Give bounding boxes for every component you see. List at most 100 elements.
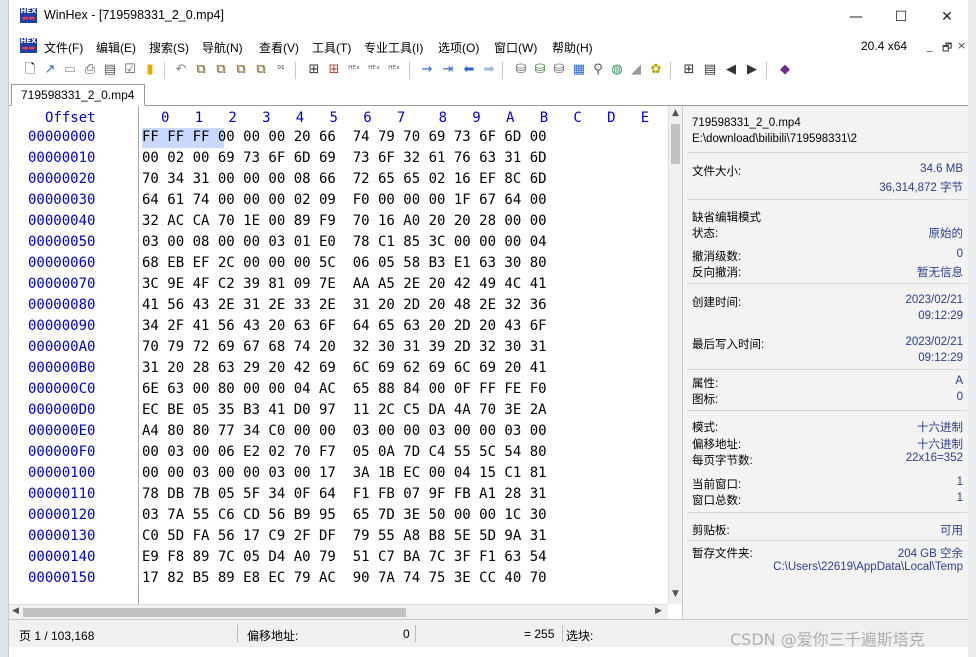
hex-row[interactable]: 000000B0 31 20 28 63 29 20 42 69 6C 69 62… [9,359,668,380]
forward-icon[interactable]: ➡ [480,61,498,79]
menu-edit[interactable]: 编辑(E) [96,39,136,56]
row-bytes[interactable]: 03 00 08 00 00 03 01 E0 78 C1 85 3C 00 0… [142,234,547,250]
horizontal-scrollbar-thumb[interactable] [23,608,406,617]
replace-text-icon[interactable]: ᴴᴱˣ [345,61,363,79]
ram-icon[interactable]: ⛁ [550,61,568,79]
hex-row[interactable]: 000000A0 70 79 72 69 67 68 74 20 32 30 31… [9,338,668,359]
row-bytes[interactable]: 70 34 31 00 00 00 08 66 72 65 65 02 16 E… [142,171,547,187]
goto-sector-icon[interactable]: ⇥ [439,61,457,79]
calculator-icon[interactable]: ▤ [701,61,719,79]
checklist-icon[interactable]: ☑ [121,61,139,79]
new-file-icon[interactable]: 🗋 [21,61,39,79]
row-bytes[interactable]: E9 F8 89 7C 05 D4 A0 79 51 C7 BA 7C 3F F… [142,549,547,565]
row-bytes[interactable]: 03 7A 55 C6 CD 56 B9 95 65 7D 3E 50 00 0… [142,507,547,523]
scroll-up-arrow-icon[interactable]: ▲ [672,108,679,118]
hex-row[interactable]: 00000090 34 2F 41 56 43 20 63 6F 64 65 63… [9,317,668,338]
undo-icon[interactable]: ↶ [172,61,190,79]
mdi-minimize-button[interactable]: _ [927,39,933,52]
hex-row[interactable]: 00000020 70 34 31 00 00 00 08 66 72 65 65… [9,170,668,191]
hex-row[interactable]: 00000120 03 7A 55 C6 CD 56 B9 95 65 7D 3E… [9,506,668,527]
menu-file[interactable]: 文件(F) [44,39,83,56]
help-icon[interactable]: ◆ [776,61,794,79]
search-hex-icon[interactable]: ᴴᴱˣ [385,61,403,79]
folder-up-icon[interactable]: ▮ [141,61,159,79]
back-icon[interactable]: ⬅ [460,61,478,79]
hex-row[interactable]: 00000030 64 61 74 00 00 00 02 09 F0 00 00… [9,191,668,212]
row-bytes[interactable]: 00 02 00 69 73 6F 6D 69 73 6F 32 61 76 6… [142,150,547,166]
hex-editor[interactable]: Offset 0 1 2 3 4 5 6 7 8 9 A B C D E 00000000 FF FF FF … [9,106,668,604]
find-text-icon[interactable]: ⊞ [305,61,323,79]
document-menu-icon[interactable]: HEX ▬▬ [20,38,37,53]
compare-icon[interactable]: ⊞ [680,61,698,79]
row-bytes[interactable]: C0 5D FA 56 17 C9 2F DF 79 55 A8 B8 5E 5… [142,528,547,544]
hex-row[interactable]: 00000050 03 00 08 00 00 03 01 E0 78 C1 85… [9,233,668,254]
row-bytes[interactable]: 6E 63 00 80 00 00 04 AC 65 88 84 00 0F F… [142,381,547,397]
row-bytes[interactable]: 70 79 72 69 67 68 74 20 32 30 31 39 2D 3… [142,339,547,355]
open-icon[interactable]: ↗ [41,61,59,79]
menu-window[interactable]: 窗口(W) [494,39,537,56]
disk-image-icon[interactable]: ⛁ [531,61,549,79]
hex-row[interactable]: 00000140 E9 F8 89 7C 05 D4 A0 79 51 C7 BA… [9,548,668,569]
hex-row[interactable]: 00000110 78 DB 7B 05 5F 34 0F 64 F1 FB 07… [9,485,668,506]
row-bytes[interactable]: A4 80 80 77 34 C0 00 00 03 00 00 03 00 0… [142,423,547,439]
close-button[interactable]: ✕ [926,4,968,30]
goto-offset-icon[interactable]: → [418,61,436,79]
properties-icon[interactable]: ▤ [101,61,119,79]
mdi-restore-button[interactable]: 🗗 [942,39,952,58]
hex-row[interactable]: 000000E0 A4 80 80 77 34 C0 00 00 03 00 00… [9,422,668,443]
menu-search[interactable]: 搜索(S) [149,39,189,56]
scroll-left-arrow-icon[interactable]: ◀ [12,606,19,616]
row-bytes[interactable]: 64 61 74 00 00 00 02 09 F0 00 00 00 1F 6… [142,192,547,208]
maximize-button[interactable]: ☐ [880,4,922,30]
play-icon[interactable]: ▶ [743,61,761,79]
mdi-close-button[interactable]: × [957,39,966,52]
network-icon[interactable]: ◍ [608,61,626,79]
hex-row[interactable]: 00000040 32 AC CA 70 1E 00 89 F9 70 16 A0… [9,212,668,233]
row-bytes[interactable]: 17 82 B5 89 E8 EC 79 AC 90 7A 74 75 3E C… [142,570,547,586]
hex-row[interactable]: 00000150 17 82 B5 89 E8 EC 79 AC 90 7A 74… [9,569,668,590]
hex-row[interactable]: 00000130 C0 5D FA 56 17 C9 2F DF 79 55 A8… [9,527,668,548]
row-bytes[interactable]: 68 EB EF 2C 00 00 00 5C 06 05 58 B3 E1 6… [142,255,547,271]
menu-view[interactable]: 查看(V) [259,39,299,56]
script-icon[interactable]: ◢ [627,61,645,79]
copy-icon[interactable]: ⧉ [192,61,210,79]
paste-write-icon[interactable]: ⧉ [252,61,270,79]
minimize-button[interactable]: — [835,4,877,30]
binary-icon[interactable]: ⁰¹ [272,61,290,79]
menu-tools[interactable]: 工具(T) [312,39,351,56]
vertical-scrollbar[interactable]: ▲ ▼ [668,106,682,604]
paste-icon[interactable]: ⧉ [212,61,230,79]
hex-row[interactable]: 00000010 00 02 00 69 73 6F 6D 69 73 6F 32… [9,149,668,170]
search-disk-icon[interactable]: ⚲ [589,61,607,79]
disk-icon[interactable]: ⛁ [512,61,530,79]
find-hex-icon[interactable]: ⊞ [325,61,343,79]
memory-icon[interactable]: ▦ [570,61,588,79]
tab-document[interactable]: 719598331_2_0.mp4 [11,84,145,106]
replace-hex-icon[interactable]: ᴴᴱˣ [365,61,383,79]
menu-options[interactable]: 选项(O) [438,39,479,56]
row-bytes[interactable]: 31 20 28 63 29 20 42 69 6C 69 62 69 6C 6… [142,360,547,376]
hex-row[interactable]: 00000000 FF FF FF 00 00 00 20 66 74 79 70… [9,128,668,149]
scroll-right-arrow-icon[interactable]: ▶ [655,606,662,616]
row-bytes[interactable]: 41 56 43 2E 31 2E 33 2E 31 20 2D 20 48 2… [142,297,547,313]
horizontal-scrollbar[interactable]: ◀ ▶ [9,604,668,619]
row-bytes[interactable]: 00 00 03 00 00 03 00 17 3A 1B EC 00 04 1… [142,465,547,481]
save-icon[interactable]: ▭ [61,61,79,79]
hex-row[interactable]: 00000070 3C 9E 4F C2 39 81 09 7E AA A5 2E… [9,275,668,296]
hex-row[interactable]: 00000100 00 00 03 00 00 03 00 17 3A 1B EC… [9,464,668,485]
hex-row[interactable]: 000000F0 00 03 00 06 E2 02 70 F7 05 0A 7D… [9,443,668,464]
row-bytes[interactable]: 34 2F 41 56 43 20 63 6F 64 65 63 20 2D 2… [142,318,547,334]
hex-row[interactable]: 000000D0 EC BE 05 35 B3 41 D0 97 11 2C C5… [9,401,668,422]
menu-navigation[interactable]: 导航(N) [202,39,243,56]
tools-icon[interactable]: ✿ [647,61,665,79]
row-bytes[interactable]: 3C 9E 4F C2 39 81 09 7E AA A5 2E 20 42 4… [142,276,547,292]
scroll-down-arrow-icon[interactable]: ▼ [672,589,679,599]
hex-row[interactable]: 00000060 68 EB EF 2C 00 00 00 5C 06 05 58… [9,254,668,275]
row-bytes[interactable]: EC BE 05 35 B3 41 D0 97 11 2C C5 DA 4A 7… [142,402,547,418]
speaker-icon[interactable]: ◀ [722,61,740,79]
row-bytes[interactable]: 00 03 00 06 E2 02 70 F7 05 0A 7D C4 55 5… [142,444,547,460]
row-bytes[interactable]: 78 DB 7B 05 5F 34 0F 64 F1 FB 07 9F FB A… [142,486,547,502]
menu-help[interactable]: 帮助(H) [552,39,593,56]
print-icon[interactable]: ⎙ [81,61,99,79]
clipboard-icon[interactable]: ⧉ [232,61,250,79]
